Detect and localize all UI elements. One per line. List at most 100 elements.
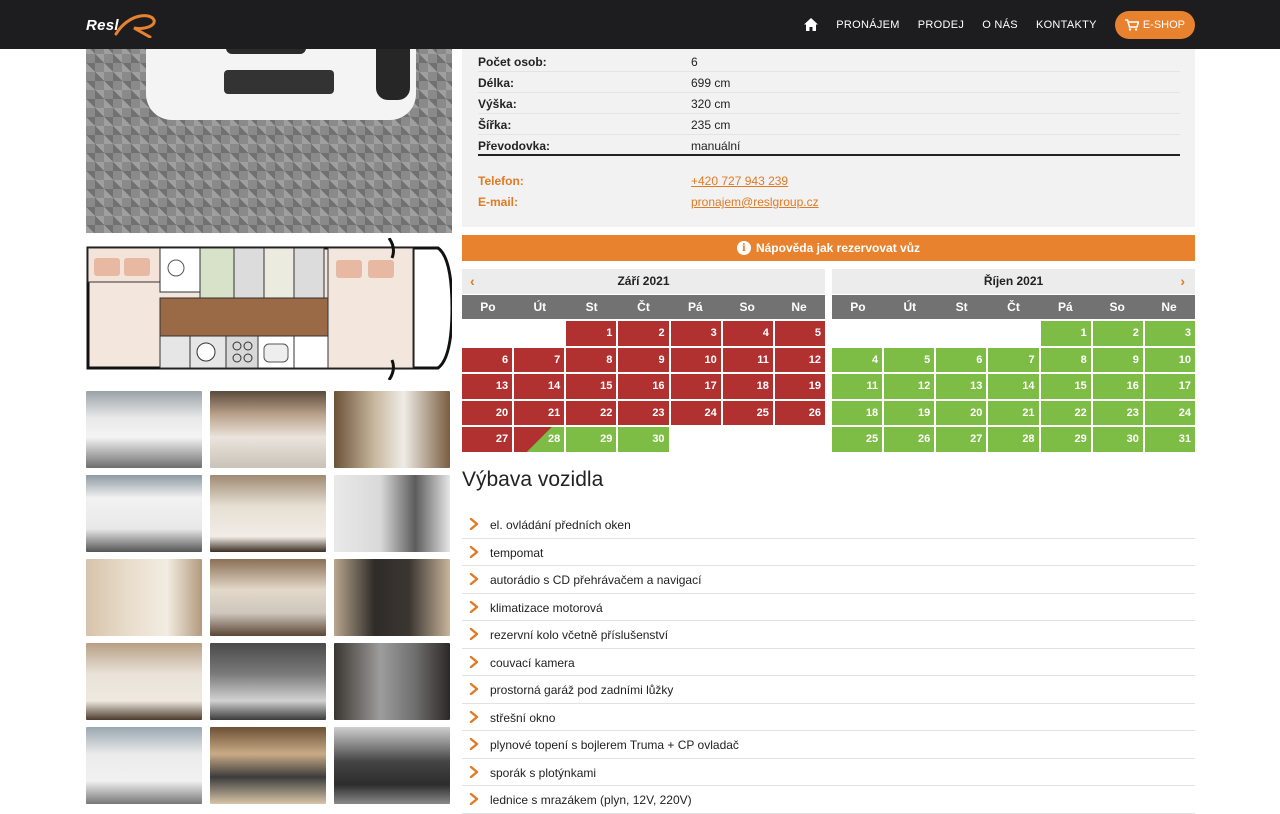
calendar-day-green[interactable]: 23 [1092,400,1143,425]
gallery-thumb-cabin-seats[interactable] [210,643,326,720]
calendar-day-red[interactable]: 15 [566,374,617,399]
equipment-title: Výbava vozidla [462,468,604,491]
gallery-thumb-overhead-cabinet[interactable] [210,727,326,804]
gallery-thumb-camper-exterior-side[interactable] [86,475,202,552]
calendar-day-red[interactable]: 14 [514,374,565,399]
calendar-day-red[interactable]: 21 [514,400,565,425]
weekday-label: St [955,300,968,314]
calendar-day-red[interactable]: 1 [566,321,617,346]
calendar-day-green[interactable]: 30 [1092,427,1143,452]
calendar-day-green[interactable]: 29 [1040,427,1091,452]
equipment-item-label: tempomat [490,545,544,560]
gallery-thumb-camper-rear-bike-rack[interactable] [334,475,450,552]
calendar-day-green[interactable]: 11 [832,374,883,399]
calendar-day-split[interactable]: 28 [514,427,565,452]
gallery-thumb-wardrobe-door[interactable] [334,559,450,636]
gallery-thumb-camper-exterior-front[interactable] [86,391,202,468]
spec-row: Výška: 320 cm [478,93,1180,114]
calendar-day-green[interactable]: 19 [884,400,935,425]
nav-kontakty[interactable]: KONTAKTY [1036,19,1097,31]
calendar-day-red[interactable]: 4 [722,321,773,346]
calendar-day-red[interactable]: 18 [722,374,773,399]
gallery-thumb-bathroom-toilet[interactable] [334,391,450,468]
calendar-day-green[interactable]: 16 [1092,374,1143,399]
calendar-day-green[interactable]: 3 [1144,321,1195,346]
nav-o-nas[interactable]: O NÁS [982,19,1018,31]
eshop-button[interactable]: E-SHOP [1114,10,1195,39]
equipment-item: klimatizace motorová [462,594,1195,621]
calendar-day-green[interactable]: 29 [566,427,617,452]
calendar-day-green[interactable]: 27 [936,427,987,452]
chevron-right-icon [469,573,479,585]
calendar-day-green[interactable]: 4 [832,347,883,372]
gallery-thumb-interior-bed-mattress[interactable] [210,475,326,552]
calendar-month-header: ‹ Září 2021 [462,269,825,294]
calendar-day-red[interactable]: 25 [722,400,773,425]
next-month-arrow-icon[interactable]: › [1180,269,1185,294]
resl-logo[interactable]: Resl [86,12,158,38]
calendar-day-red[interactable]: 11 [722,347,773,372]
calendar-day-red[interactable]: 17 [670,374,721,399]
gallery-thumb-camper-exterior-rear[interactable] [86,727,202,804]
calendar-day-red[interactable]: 9 [618,347,669,372]
calendar-day-red[interactable]: 26 [774,400,825,425]
calendar-day-green[interactable]: 24 [1144,400,1195,425]
gallery-thumb-table-top[interactable] [86,643,202,720]
chevron-right-icon [469,655,479,668]
calendar-day-green[interactable]: 18 [832,400,883,425]
calendar-day-green[interactable]: 15 [1040,374,1091,399]
nav-prodej[interactable]: PRODEJ [918,19,964,31]
calendar-day-green[interactable]: 9 [1092,347,1143,372]
calendar-month-title: Září 2021 [617,274,670,288]
phone-link[interactable]: +420 727 943 239 [691,174,788,188]
gallery-thumb-shower-cabin[interactable] [86,559,202,636]
booking-help-bar[interactable]: i Nápověda jak rezervovat vůz [462,235,1195,261]
floor-plan-diagram[interactable] [86,238,452,380]
calendar-day-green[interactable]: 17 [1144,374,1195,399]
equipment-item: rezervní kolo včetně příslušenství [462,621,1195,649]
calendar-day-green[interactable]: 1 [1040,321,1091,346]
calendar-day-red[interactable]: 5 [774,321,825,346]
calendar-day-red[interactable]: 20 [462,400,513,425]
calendar-day-green[interactable]: 28 [988,427,1039,452]
calendar-day-green[interactable]: 12 [884,374,935,399]
calendar-day-red[interactable]: 23 [618,400,669,425]
calendar-day-green[interactable]: 30 [618,427,669,452]
calendar-day-red[interactable]: 6 [462,347,513,372]
calendar-day-red[interactable]: 7 [514,347,565,372]
calendar-day-green[interactable]: 6 [936,347,987,372]
calendar-day-red[interactable]: 8 [566,347,617,372]
calendar-day-green[interactable]: 10 [1144,347,1195,372]
home-icon[interactable] [804,18,819,31]
calendar-day-red[interactable]: 10 [670,347,721,372]
prev-month-arrow-icon[interactable]: ‹ [470,269,475,294]
calendar-day-red[interactable]: 3 [670,321,721,346]
calendar-day-green[interactable]: 22 [1040,400,1091,425]
gallery-thumb-interior-bed-area[interactable] [210,391,326,468]
calendar-day-red[interactable]: 24 [670,400,721,425]
spec-row: Počet osob: 6 [478,51,1180,72]
calendar-day-red[interactable]: 27 [462,427,513,452]
calendar-day-green[interactable]: 21 [988,400,1039,425]
email-link[interactable]: pronajem@reslgroup.cz [691,195,819,209]
calendar-day-red[interactable]: 2 [618,321,669,346]
gallery-thumb-kitchen-sink[interactable] [210,559,326,636]
calendar-day-green[interactable]: 31 [1144,427,1195,452]
calendar-day-red[interactable]: 16 [618,374,669,399]
calendar-day-red[interactable]: 12 [774,347,825,372]
nav-pronajem[interactable]: PRONÁJEM [836,19,900,31]
calendar-day-red[interactable]: 22 [566,400,617,425]
calendar-day-green[interactable]: 25 [832,427,883,452]
calendar-day-green[interactable]: 2 [1092,321,1143,346]
calendar-day-red[interactable]: 19 [774,374,825,399]
calendar-day-green[interactable]: 13 [936,374,987,399]
calendar-day-green[interactable]: 7 [988,347,1039,372]
calendar-day-green[interactable]: 5 [884,347,935,372]
calendar-day-green[interactable]: 14 [988,374,1039,399]
calendar-day-green[interactable]: 26 [884,427,935,452]
calendar-day-red[interactable]: 13 [462,374,513,399]
gallery-thumb-floor-detail[interactable] [334,643,450,720]
calendar-day-green[interactable]: 20 [936,400,987,425]
gallery-thumb-dashboard[interactable] [334,727,450,804]
calendar-day-green[interactable]: 8 [1040,347,1091,372]
